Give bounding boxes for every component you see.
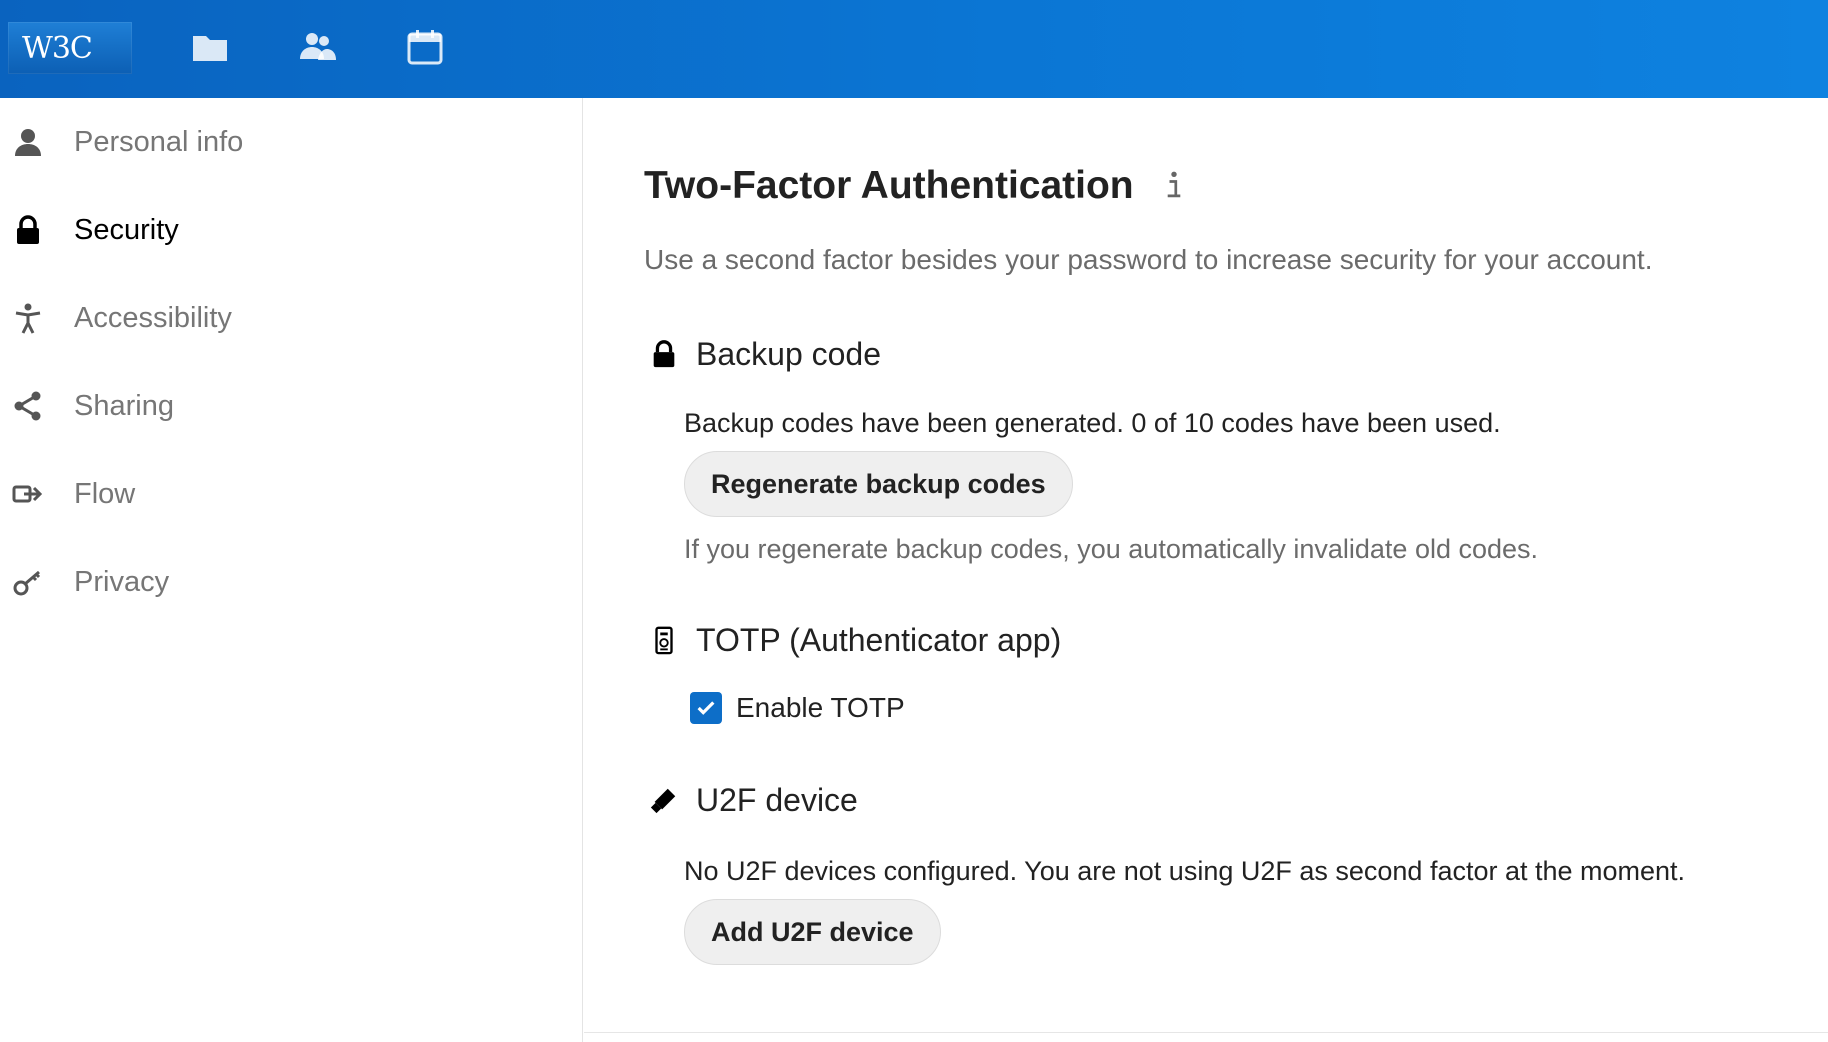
main-content: Two-Factor Authentication Use a second f… xyxy=(584,98,1828,1042)
totp-heading-text: TOTP (Authenticator app) xyxy=(696,621,1062,658)
sidebar-item-sharing[interactable]: Sharing xyxy=(0,362,582,450)
regenerate-backup-codes-button[interactable]: Regenerate backup codes xyxy=(684,451,1073,517)
phone-icon xyxy=(644,620,684,660)
accessibility-icon xyxy=(0,274,56,362)
usb-key-icon xyxy=(644,780,684,820)
u2f-heading-text: U2F device xyxy=(696,781,858,818)
u2f-status: No U2F devices configured. You are not u… xyxy=(684,856,1686,886)
contacts-icon xyxy=(298,27,338,72)
page-title-text: Two-Factor Authentication xyxy=(644,164,1134,207)
sidebar-item-label: Personal info xyxy=(74,125,244,158)
sidebar-item-privacy[interactable]: Privacy xyxy=(0,538,582,626)
enable-totp-label: Enable TOTP xyxy=(736,692,905,723)
backup-code-status: Backup codes have been generated. 0 of 1… xyxy=(684,408,1501,438)
w3c-logo[interactable]: W3C xyxy=(8,22,132,74)
checkmark-icon xyxy=(697,701,715,715)
enable-totp-checkbox[interactable] xyxy=(690,692,722,724)
page-title: Two-Factor Authentication xyxy=(644,164,1188,208)
totp-heading: TOTP (Authenticator app) xyxy=(644,620,1061,660)
calendar-icon xyxy=(405,27,445,72)
user-icon xyxy=(0,98,56,186)
logo-text: W3C xyxy=(22,30,93,66)
backup-code-heading: Backup code xyxy=(644,334,881,374)
info-icon[interactable] xyxy=(1160,166,1188,206)
flow-icon xyxy=(0,450,56,538)
lock-icon xyxy=(0,186,56,274)
enable-totp-toggle[interactable]: Enable TOTP xyxy=(690,692,905,724)
folder-icon xyxy=(190,27,230,72)
add-u2f-device-button[interactable]: Add U2F device xyxy=(684,899,941,965)
key-icon xyxy=(0,538,56,626)
top-header: W3C xyxy=(0,0,1828,98)
settings-sidebar: Personal info Security Accessibility Sha… xyxy=(0,98,583,1042)
sidebar-item-label: Flow xyxy=(74,477,136,510)
files-app-button[interactable] xyxy=(188,27,232,71)
sidebar-item-flow[interactable]: Flow xyxy=(0,450,582,538)
sidebar-item-personal-info[interactable]: Personal info xyxy=(0,98,582,186)
sidebar-item-label: Sharing xyxy=(74,389,174,422)
contacts-app-button[interactable] xyxy=(296,27,340,71)
section-divider xyxy=(584,1032,1828,1033)
sidebar-item-security[interactable]: Security xyxy=(0,186,582,274)
backup-code-note: If you regenerate backup codes, you auto… xyxy=(684,534,1539,564)
sidebar-item-label: Privacy xyxy=(74,565,170,598)
share-icon xyxy=(0,362,56,450)
lock-icon xyxy=(644,334,684,374)
sidebar-item-label: Security xyxy=(74,213,179,246)
u2f-heading: U2F device xyxy=(644,780,858,820)
sidebar-item-accessibility[interactable]: Accessibility xyxy=(0,274,582,362)
backup-code-heading-text: Backup code xyxy=(696,335,882,372)
calendar-app-button[interactable] xyxy=(403,27,447,71)
page-description: Use a second factor besides your passwor… xyxy=(644,244,1653,275)
sidebar-item-label: Accessibility xyxy=(74,301,232,334)
